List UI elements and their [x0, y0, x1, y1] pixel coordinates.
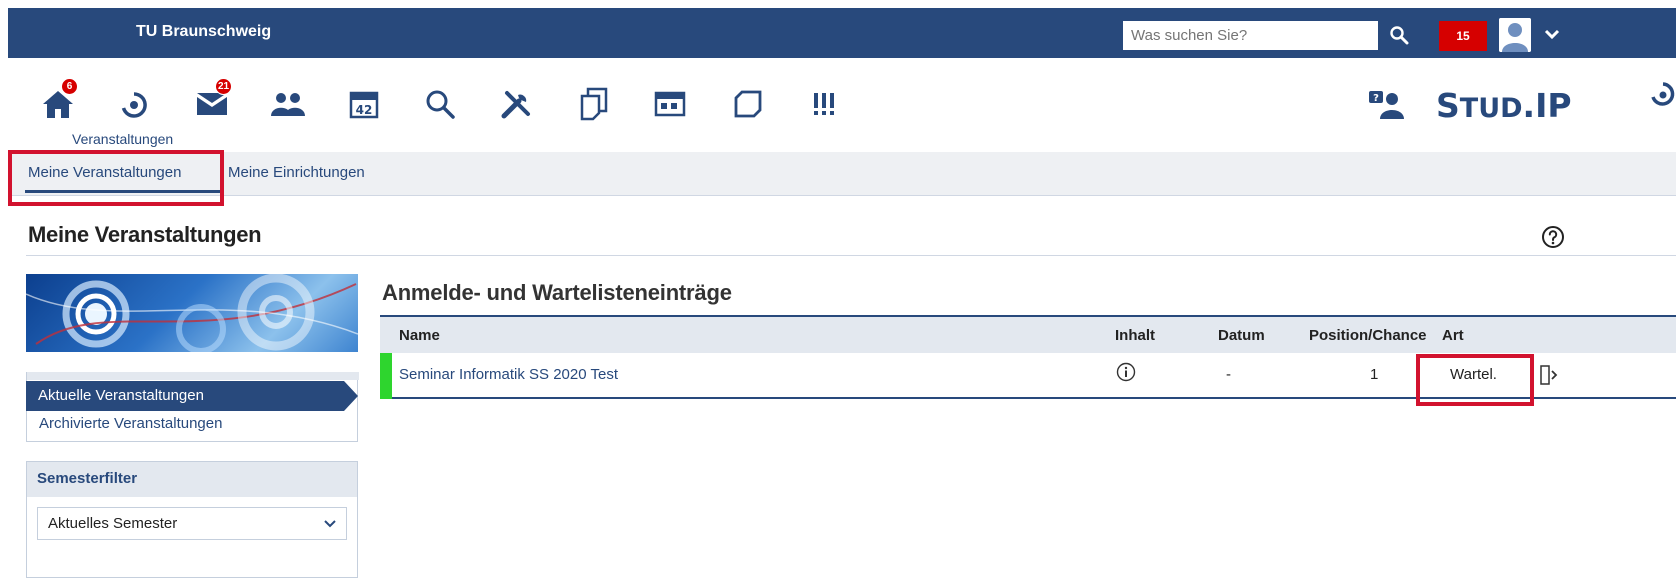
active-item-arrow [344, 381, 358, 411]
nav-files[interactable] [574, 84, 614, 124]
schedule-icon [654, 91, 686, 117]
nav-more[interactable] [804, 84, 844, 124]
nav-schedule[interactable] [650, 84, 690, 124]
column-header-datum[interactable]: Datum [1218, 327, 1265, 344]
search-button[interactable] [1381, 20, 1417, 50]
nav-tools[interactable] [496, 84, 536, 124]
icon-navigation: 6 Veranstaltungen 21 42 ? STUD.IP [8, 58, 1676, 152]
semester-filter-widget: Semesterfilter Aktuelles Semester [26, 461, 358, 578]
top-bar: TU Braunschweig 15 [8, 8, 1676, 58]
sidebar-image [26, 274, 358, 352]
nav-help-users[interactable]: ? [1366, 84, 1406, 124]
calendar-icon: 42 [349, 91, 379, 119]
studip-logo[interactable]: STUD.IP [1436, 86, 1572, 125]
search-icon [426, 90, 455, 119]
chevron-down-icon [1544, 29, 1560, 40]
community-icon [271, 93, 305, 116]
row-datum: - [1226, 366, 1231, 383]
help-icon[interactable] [1541, 225, 1565, 249]
column-header-position[interactable]: Position/Chance [1309, 327, 1427, 344]
more-icon [812, 93, 836, 115]
highlight-box-art [1416, 354, 1534, 406]
support-icon: ? [1369, 91, 1404, 119]
tab-bar: Meine Veranstaltungen Meine Einrichtunge… [8, 152, 1676, 196]
nav-wiki[interactable] [728, 84, 768, 124]
nav-active-label: Veranstaltungen [72, 131, 174, 147]
nav-messages[interactable]: 21 [192, 78, 232, 124]
column-header-inhalt: Inhalt [1115, 327, 1155, 344]
tools-icon [501, 91, 530, 119]
title-divider [26, 255, 1676, 256]
highlight-box-tab [8, 150, 224, 206]
studip-swirl-icon [1651, 82, 1675, 106]
tab-meine-einrichtungen[interactable]: Meine Einrichtungen [228, 164, 365, 181]
leave-icon[interactable] [1540, 364, 1558, 386]
nav-community[interactable] [268, 84, 308, 124]
notification-count[interactable]: 15 [1439, 21, 1487, 51]
brand-name[interactable]: TU Braunschweig [136, 23, 271, 41]
table-header: Name Inhalt Datum Position/Chance Art [380, 315, 1676, 353]
nav-veranstaltungen[interactable] [114, 84, 154, 124]
avatar-menu-button[interactable] [1540, 20, 1564, 48]
row-position: 1 [1370, 366, 1379, 383]
sidebar-views-widget: Aktuelle Veranstaltungen Archivierte Ver… [26, 372, 359, 442]
sidebar-item-aktuelle-veranstaltungen[interactable]: Aktuelle Veranstaltungen [26, 381, 344, 411]
column-header-art[interactable]: Art [1442, 327, 1464, 344]
semester-selected-value: Aktuelles Semester [48, 515, 178, 532]
files-icon [580, 87, 608, 121]
search-icon [1390, 26, 1409, 45]
blank-page-icon [734, 90, 762, 118]
chevron-down-icon [324, 520, 336, 528]
semester-filter-title: Semesterfilter [27, 462, 357, 497]
section-title: Anmelde- und Wartelisteneinträge [382, 280, 732, 305]
user-avatar-icon [1499, 18, 1531, 52]
row-status-marker [380, 353, 392, 399]
avatar[interactable] [1499, 18, 1531, 52]
nav-search[interactable] [420, 84, 460, 124]
courses-icon [121, 92, 147, 118]
nav-calendar[interactable]: 42 [344, 84, 384, 124]
home-badge: 6 [61, 78, 78, 95]
messages-badge: 21 [215, 78, 232, 95]
search-input[interactable] [1123, 21, 1378, 50]
sidebar-item-archivierte-veranstaltungen[interactable]: Archivierte Veranstaltungen [39, 415, 222, 432]
sidebar-views-header [27, 372, 359, 380]
svg-text:?: ? [1373, 93, 1379, 104]
studip-decoration-icon [26, 274, 358, 352]
page-title: Meine Veranstaltungen [28, 222, 262, 247]
course-name-link[interactable]: Seminar Informatik SS 2020 Test [399, 366, 618, 383]
nav-start[interactable]: 6 [38, 78, 78, 124]
column-header-name[interactable]: Name [399, 327, 440, 344]
svg-text:42: 42 [356, 103, 373, 117]
info-icon[interactable] [1116, 362, 1136, 382]
semester-select[interactable]: Aktuelles Semester [37, 507, 347, 540]
